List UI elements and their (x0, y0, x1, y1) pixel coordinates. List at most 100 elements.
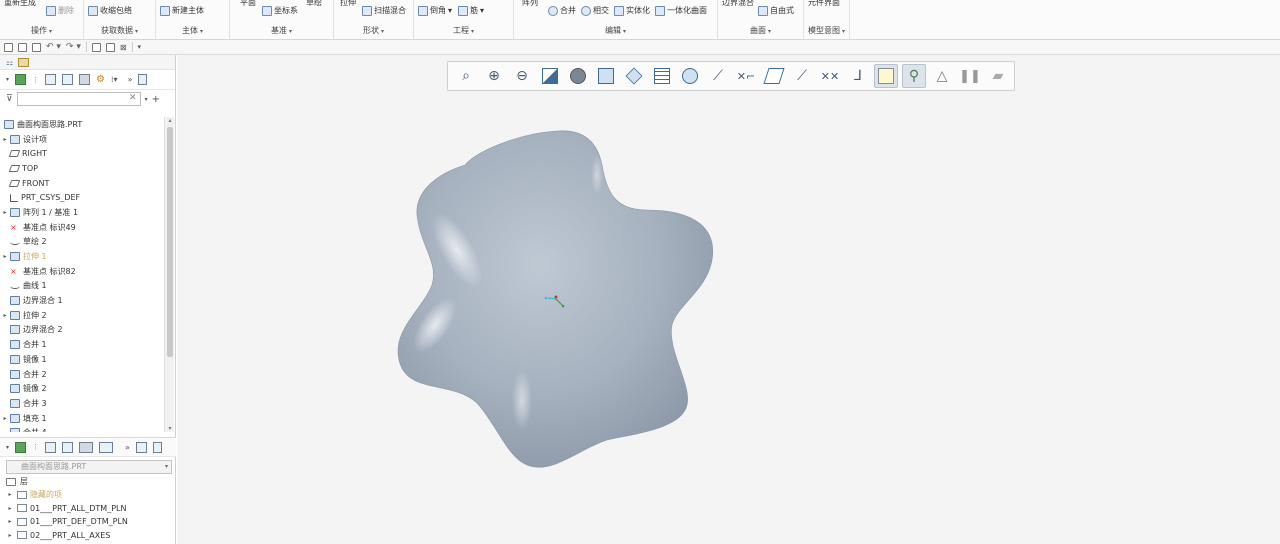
open-file-icon[interactable] (18, 42, 27, 52)
layer-model-selector[interactable]: 曲面构面思路.PRT ▾ (6, 460, 172, 474)
group-label-body[interactable]: 主体 (156, 25, 229, 36)
layer-item[interactable]: ▸ 01___PRT_DEF_DTM_PLN (6, 515, 172, 529)
layer-tree-icon[interactable] (15, 441, 27, 453)
coordinate-system-button[interactable]: 坐标系 (262, 5, 298, 16)
regenerate-icon[interactable] (91, 42, 101, 52)
collapse-all-icon[interactable] (62, 74, 74, 85)
scroll-thumb[interactable] (167, 127, 173, 357)
regenerate-button[interactable]: 重新生成 (4, 0, 36, 8)
scroll-down-icon[interactable]: ▾ (165, 425, 175, 432)
undo-icon[interactable]: ↶ ▾ (46, 42, 61, 52)
more-icon[interactable]: ⋮ (32, 76, 39, 84)
clear-icon[interactable]: ✕ (129, 93, 137, 103)
tree-item[interactable]: 合并 4 (0, 425, 164, 432)
overflow-icon[interactable]: » (128, 75, 133, 84)
delete-button[interactable]: 删除 (46, 5, 74, 16)
tree-collapse-icon[interactable]: ▾ (6, 76, 9, 83)
expand-arrow-icon[interactable]: ▸ (6, 491, 14, 498)
redo-icon[interactable]: ↷ ▾ (66, 42, 81, 52)
show-icon[interactable] (138, 74, 148, 85)
component-interface-button[interactable]: 元件界面 (808, 0, 840, 8)
expand-arrow-icon[interactable]: ▸ (6, 518, 14, 525)
expand-arrow-icon[interactable]: ▸ (0, 415, 10, 422)
tree-item[interactable]: 合并 2 (0, 367, 164, 382)
expand-arrow-icon[interactable]: ▸ (6, 532, 14, 539)
close-window-icon[interactable]: ⊠ (120, 43, 127, 52)
layer-show-icon[interactable] (79, 441, 94, 453)
tree-item[interactable]: ▸ 阵列 1 / 基准 1 (0, 205, 164, 220)
tree-item[interactable]: × 基准点 标识49 (0, 220, 164, 235)
graphics-viewport[interactable]: ⌕ ⊕ ⊖ ⟋ ✕⌐ ⟋ ✕✕ ⅃ ⚲ △ ❚❚ ▰ (177, 55, 1280, 544)
layer-props-icon[interactable] (99, 441, 114, 453)
merge-button[interactable]: 合并 (548, 5, 576, 16)
layer-item[interactable]: ▸ 隐藏的项 (6, 488, 172, 502)
tab-model-tree[interactable]: ⚏ (6, 58, 13, 67)
sketch-button[interactable]: 草绘 (306, 0, 322, 8)
search-options-icon[interactable]: ▾ (145, 96, 148, 103)
freestyle-button[interactable]: 自由式 (758, 5, 794, 16)
tree-filter-icon[interactable] (79, 74, 91, 85)
group-label-editing[interactable]: 编辑 (514, 25, 717, 36)
rib-button[interactable]: 筋 ▾ (458, 5, 484, 16)
intersect-button[interactable]: 相交 (581, 5, 609, 16)
group-label-operations[interactable]: 操作 (0, 25, 83, 36)
column-options-icon[interactable]: ⁞▾ (111, 75, 118, 84)
model-tree-icon[interactable] (15, 74, 27, 85)
windows-icon[interactable] (105, 42, 115, 52)
tree-item[interactable]: 草绘 2 (0, 235, 164, 250)
boundary-blend-button[interactable]: 边界混合 (722, 0, 754, 8)
shrinkwrap-button[interactable]: 收缩包络 (88, 5, 132, 16)
layer-item[interactable]: ▸ 02___PRT_ALL_AXES (6, 529, 172, 543)
settings-icon[interactable]: ⚙ (96, 74, 105, 85)
expand-arrow-icon[interactable]: ▸ (0, 136, 10, 143)
plane-button[interactable]: 平面 (240, 0, 256, 8)
tree-item[interactable]: 镜像 1 (0, 352, 164, 367)
layer-more-icon[interactable]: ⋮ (32, 443, 39, 451)
tab-folder-browser[interactable] (18, 57, 30, 67)
tree-item[interactable]: 镜像 2 (0, 381, 164, 396)
expand-arrow-icon[interactable]: ▸ (0, 209, 10, 216)
group-label-get-data[interactable]: 获取数据 (84, 25, 155, 36)
tree-scrollbar[interactable]: ▴ ▾ (164, 117, 174, 432)
tree-search-input[interactable]: ✕ (16, 92, 141, 106)
new-body-button[interactable]: 新建主体 (160, 5, 204, 16)
tree-item[interactable]: 合并 3 (0, 396, 164, 411)
group-label-shapes[interactable]: 形状 (334, 25, 413, 36)
save-icon[interactable] (32, 42, 41, 52)
tree-item[interactable]: 合并 1 (0, 337, 164, 352)
expand-arrow-icon[interactable]: ▸ (0, 253, 10, 260)
expand-arrow-icon[interactable]: ▸ (0, 312, 10, 319)
new-file-icon[interactable] (4, 42, 13, 52)
tree-item[interactable]: 边界混合 2 (0, 323, 164, 338)
add-icon[interactable]: + (152, 94, 160, 105)
layer-status-icon[interactable] (152, 441, 162, 453)
customize-icon[interactable]: ▾ (138, 43, 142, 51)
tree-item[interactable]: 曲线 1 (0, 279, 164, 294)
tree-item[interactable]: PRT_CSYS_DEF (0, 190, 164, 205)
layer-settings-icon[interactable] (135, 441, 147, 453)
tree-root[interactable]: 曲面构面思路.PRT (0, 117, 164, 132)
pattern-button[interactable]: 阵列 (522, 0, 538, 8)
3d-model[interactable] (177, 55, 1280, 544)
tree-item[interactable]: TOP (0, 161, 164, 176)
group-label-model-intent[interactable]: 模型意图 (804, 25, 849, 36)
unify-surfaces-button[interactable]: 一体化曲面 (655, 5, 707, 16)
expand-arrow-icon[interactable]: ▸ (6, 505, 14, 512)
tree-item[interactable]: ▸ 拉伸 2 (0, 308, 164, 323)
extrude-button[interactable]: 拉伸 (340, 0, 356, 8)
tree-item[interactable]: ▸ 填充 1 (0, 411, 164, 426)
tree-item[interactable]: × 基准点 标识82 (0, 264, 164, 279)
layer-collapse-icon[interactable]: ▾ (6, 444, 9, 451)
tree-item[interactable]: RIGHT (0, 146, 164, 161)
group-label-surfaces[interactable]: 曲面 (718, 25, 803, 36)
chamfer-button[interactable]: 倒角 ▾ (418, 5, 452, 16)
tree-item[interactable]: ▸ 设计项 (0, 132, 164, 147)
group-label-engineering[interactable]: 工程 (414, 25, 513, 36)
scroll-up-icon[interactable]: ▴ (165, 117, 175, 124)
solidify-button[interactable]: 实体化 (614, 5, 650, 16)
tree-item[interactable]: ▸ 拉伸 1 (0, 249, 164, 264)
tree-item[interactable]: FRONT (0, 176, 164, 191)
swept-blend-button[interactable]: 扫描混合 (362, 5, 406, 16)
expand-all-icon[interactable] (45, 74, 57, 85)
group-label-datum[interactable]: 基准 (230, 25, 333, 36)
